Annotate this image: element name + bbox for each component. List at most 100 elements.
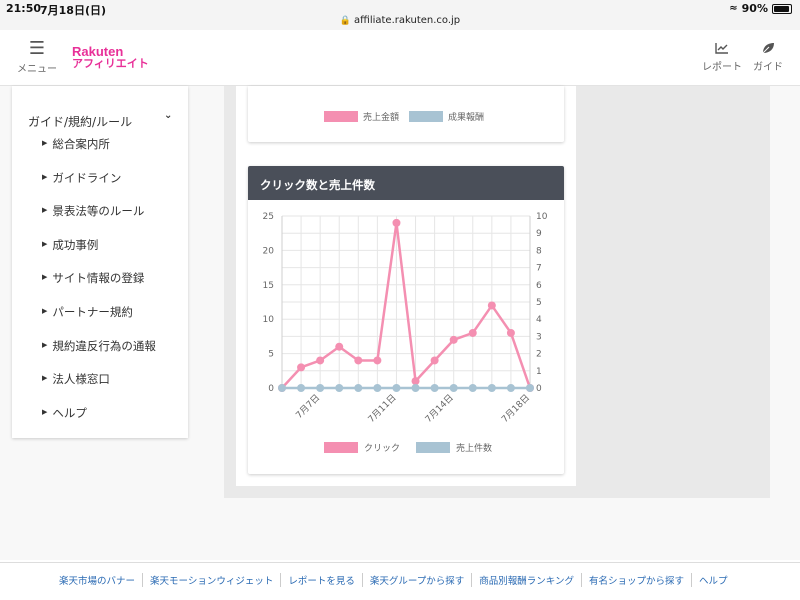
- footer-link-banner[interactable]: 楽天市場のバナー: [52, 573, 144, 587]
- address-url: affiliate.rakuten.co.jp: [354, 15, 461, 26]
- wifi-icon: ≈: [729, 3, 738, 14]
- y-tick-label-right: 4: [536, 315, 542, 325]
- data-point: [335, 384, 344, 392]
- sidebar-item-labeling-rules[interactable]: ▶ 景表法等のルール: [42, 203, 156, 237]
- x-tick-label: 7月11日: [366, 392, 399, 425]
- legend-label: 売上件数: [456, 442, 492, 454]
- sales-chart-card: 売上金額 成果報酬: [248, 86, 564, 142]
- hamburger-icon: ☰: [28, 38, 46, 59]
- data-point: [335, 342, 344, 351]
- legend-label: 成果報酬: [448, 113, 485, 123]
- data-point: [430, 384, 439, 392]
- legend-swatch: [416, 442, 450, 453]
- footer-link-famous-shops[interactable]: 有名ショップから探す: [582, 573, 693, 587]
- sidebar-item-help[interactable]: ▶ ヘルプ: [42, 405, 156, 439]
- report-label: レポート: [702, 62, 742, 73]
- menu-button[interactable]: ☰ メニュー: [16, 38, 58, 76]
- sidebar-item-label: 景表法等のルール: [52, 204, 145, 219]
- data-point: [449, 384, 458, 392]
- footer-link-motion-widget[interactable]: 楽天モーションウィジェット: [143, 573, 282, 587]
- click-chart-card: クリック数と売上件数 0 5 10 15 20 25 0 1 2 3 4 5 6 7 8 9 10 7月7日 7月1…: [248, 166, 564, 474]
- sidebar-item-violation-report[interactable]: ▶ 規約違反行為の通報: [42, 338, 156, 372]
- legend-swatch: [409, 111, 444, 122]
- y-tick-label-left: 0: [268, 384, 274, 394]
- data-point: [392, 384, 401, 392]
- y-tick-label-left: 20: [263, 246, 275, 256]
- footer-link-view-report[interactable]: レポートを見る: [281, 573, 363, 587]
- y-tick-label-right: 0: [536, 384, 542, 394]
- leaf-icon: [748, 40, 788, 58]
- data-point: [278, 384, 286, 392]
- y-tick-label-right: 5: [536, 298, 542, 308]
- sidebar-item-label: 成功事例: [52, 237, 99, 252]
- data-point: [297, 384, 306, 392]
- click-chart-title: クリック数と売上件数: [248, 166, 564, 200]
- rakuten-affiliate-logo[interactable]: Rakuten アフィリエイト: [72, 45, 149, 70]
- data-point: [411, 384, 420, 392]
- footer-links: 楽天市場のバナー 楽天モーションウィジェット レポートを見る 楽天グループから探…: [52, 573, 735, 587]
- sidebar-item-corporate[interactable]: ▶ 法人様窓口: [42, 371, 156, 405]
- battery-percent: 90%: [741, 2, 768, 15]
- menu-label: メニュー: [17, 64, 57, 75]
- footer-link-group-search[interactable]: 楽天グループから探す: [363, 573, 473, 587]
- report-button[interactable]: レポート: [700, 40, 744, 73]
- data-point: [373, 384, 382, 392]
- y-tick-label-right: 9: [536, 229, 542, 239]
- data-point: [487, 384, 496, 392]
- y-tick-label-left: 10: [263, 315, 275, 325]
- data-point: [449, 335, 458, 344]
- caret-right-icon: ▶: [42, 374, 48, 383]
- legend-label: 売上金額: [363, 113, 400, 123]
- data-point: [411, 377, 420, 386]
- status-bar: 21:50 7月18日(日) 🔒 affiliate.rakuten.co.jp …: [0, 0, 800, 30]
- data-point: [506, 328, 515, 337]
- data-point: [392, 218, 401, 227]
- lock-icon: 🔒: [339, 16, 352, 26]
- sidebar-item-label: サイト情報の登録: [52, 271, 145, 286]
- y-tick-label-right: 7: [536, 264, 542, 274]
- y-tick-label-right: 2: [536, 350, 542, 360]
- sidebar-list: ▶ 総合案内所 ▶ ガイドライン ▶ 景表法等のルール ▶ 成功事例 ▶ サイト情報の登録…: [42, 136, 156, 438]
- caret-right-icon: ▶: [42, 172, 48, 181]
- chevron-down-icon[interactable]: ⌄: [164, 110, 172, 121]
- data-point: [506, 384, 515, 392]
- footer-link-ranking[interactable]: 商品別報酬ランキング: [472, 573, 582, 587]
- x-tick-label: 7月14日: [423, 392, 456, 425]
- y-tick-label-left: 25: [263, 212, 274, 222]
- data-point: [373, 356, 382, 365]
- sidebar-item-label: 規約違反行為の通報: [52, 338, 156, 353]
- address-bar[interactable]: 🔒 affiliate.rakuten.co.jp: [0, 15, 800, 26]
- y-tick-label-left: 15: [263, 281, 274, 291]
- caret-right-icon: ▶: [42, 340, 48, 349]
- data-point: [468, 328, 477, 337]
- sidebar-section-title[interactable]: ガイド/規約/ルール: [28, 113, 132, 130]
- sidebar-item-partner-terms[interactable]: ▶ パートナー規約: [42, 304, 156, 338]
- logo-line2: アフィリエイト: [72, 57, 149, 70]
- data-point: [430, 356, 439, 365]
- caret-right-icon: ▶: [42, 139, 48, 147]
- caret-right-icon: ▶: [42, 239, 48, 248]
- guide-label: ガイド: [753, 62, 783, 73]
- data-point: [354, 356, 363, 365]
- sidebar-item-guidelines[interactable]: ▶ ガイドライン: [42, 170, 156, 204]
- guide-button[interactable]: ガイド: [748, 40, 788, 73]
- y-tick-label-right: 8: [536, 246, 542, 256]
- sidebar-item-success-stories[interactable]: ▶ 成功事例: [42, 237, 156, 271]
- data-point: [354, 384, 363, 392]
- sidebar-item-label: ヘルプ: [52, 405, 87, 420]
- sidebar-item-site-registration[interactable]: ▶ サイト情報の登録: [42, 270, 156, 304]
- caret-right-icon: ▶: [42, 273, 48, 282]
- sidebar-item-general-info[interactable]: ▶ 総合案内所: [42, 136, 156, 170]
- footer: 楽天市場のバナー 楽天モーションウィジェット レポートを見る 楽天グループから探…: [0, 562, 800, 600]
- data-point: [297, 363, 306, 372]
- legend-swatch: [324, 442, 358, 453]
- y-tick-label-right: 1: [536, 367, 542, 377]
- sidebar-item-label: 総合案内所: [52, 137, 110, 151]
- x-tick-label: 7月18日: [499, 392, 532, 425]
- data-point: [526, 384, 534, 392]
- y-tick-label-right: 10: [536, 212, 548, 222]
- legend-swatch: [324, 111, 358, 122]
- caret-right-icon: ▶: [42, 407, 48, 416]
- data-point: [468, 384, 477, 392]
- footer-link-help[interactable]: ヘルプ: [692, 573, 735, 587]
